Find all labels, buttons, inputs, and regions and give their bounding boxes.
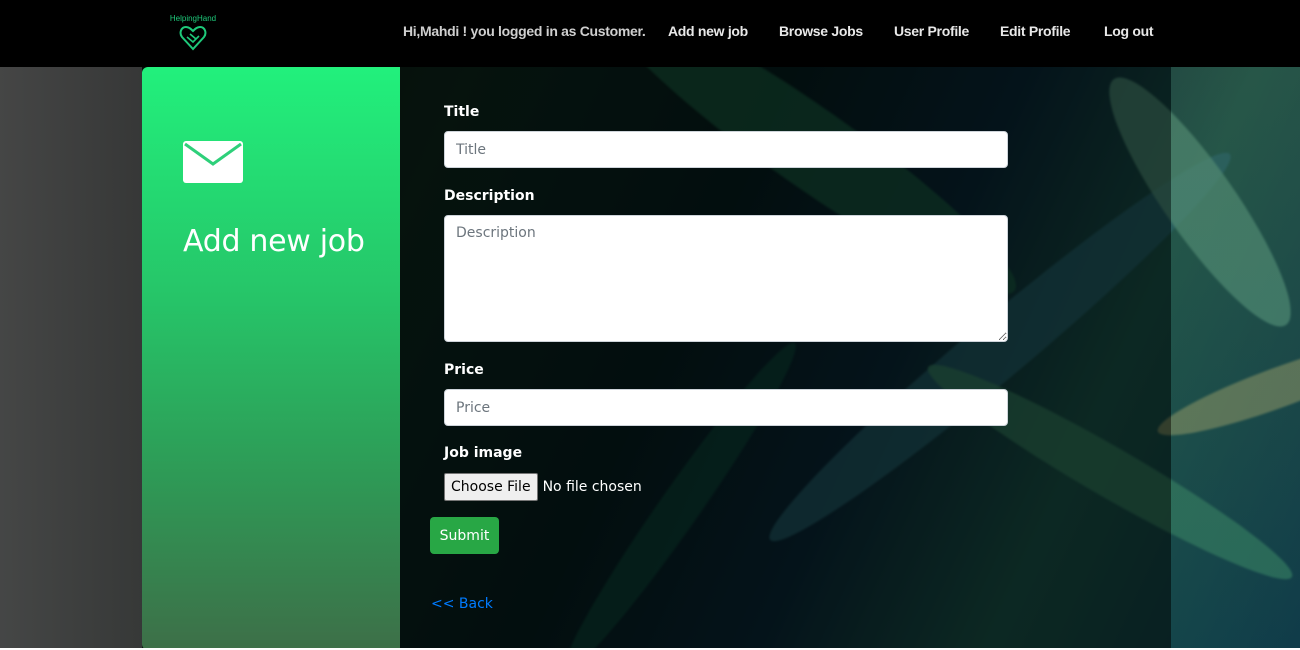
back-link[interactable]: << Back <box>431 596 493 612</box>
greeting-text: Hi,Mahdi ! you logged in as Customer. <box>403 23 646 39</box>
price-input[interactable] <box>444 389 1008 426</box>
title-input[interactable] <box>444 131 1008 168</box>
envelope-icon <box>183 141 243 183</box>
nav-user-profile[interactable]: User Profile <box>894 23 969 39</box>
choose-file-button[interactable]: Choose File <box>444 473 538 501</box>
heart-handshake-icon <box>179 25 207 51</box>
logo[interactable]: HelpingHand <box>166 14 220 56</box>
nav-edit-profile[interactable]: Edit Profile <box>1000 23 1071 39</box>
nav-add-new-job[interactable]: Add new job <box>668 23 748 39</box>
description-label: Description <box>444 188 535 204</box>
file-input: Choose File No file chosen <box>444 473 642 501</box>
price-label: Price <box>444 362 484 378</box>
left-background-area <box>0 67 142 650</box>
title-label: Title <box>444 104 480 120</box>
nav-log-out[interactable]: Log out <box>1104 23 1154 39</box>
nav-browse-jobs[interactable]: Browse Jobs <box>779 23 863 39</box>
right-background-area <box>1171 67 1300 650</box>
file-status-text: No file chosen <box>542 479 642 495</box>
top-navbar: HelpingHand Hi,Mahdi ! you logged in as … <box>0 0 1300 67</box>
submit-button[interactable]: Submit <box>430 517 499 554</box>
green-side-panel <box>142 67 400 650</box>
description-textarea[interactable] <box>444 215 1008 342</box>
logo-text: HelpingHand <box>169 14 217 23</box>
panel-title: Add new job <box>183 224 365 259</box>
job-image-label: Job image <box>444 445 523 461</box>
